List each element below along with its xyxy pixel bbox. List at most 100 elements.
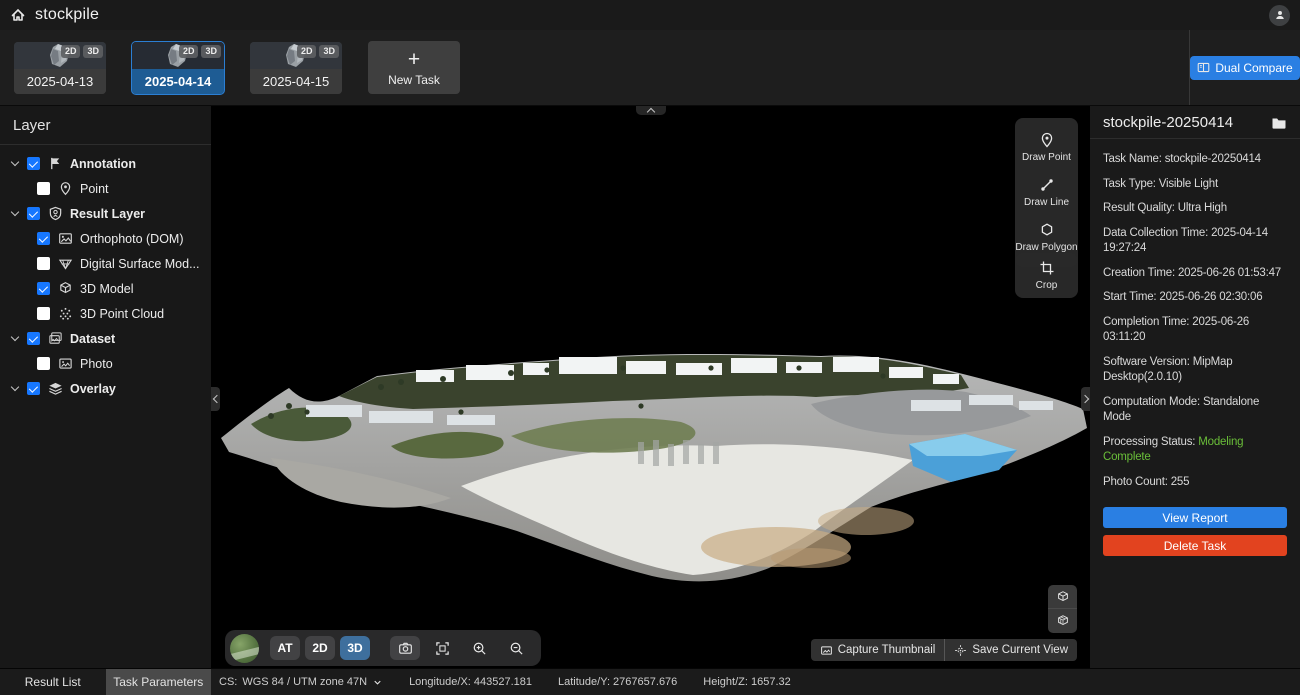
terrain-3d-model[interactable] bbox=[211, 106, 1090, 668]
draw-line-button[interactable]: Draw Line bbox=[1015, 170, 1078, 215]
crs-selector[interactable]: CS: WGS 84 / UTM zone 47N bbox=[219, 676, 383, 688]
mode-2d-button[interactable]: 2D bbox=[305, 636, 335, 660]
zoom-out-button[interactable] bbox=[501, 636, 531, 660]
basemap-cube-button[interactable] bbox=[1048, 585, 1077, 609]
detail-value: Ultra High bbox=[1178, 202, 1227, 214]
tree-expand-toggle[interactable] bbox=[12, 337, 27, 340]
date-label: 2025-04-15 bbox=[250, 69, 342, 94]
layer-item-3d-model[interactable]: 3D Model bbox=[0, 276, 211, 301]
date-badges: 2D3D bbox=[179, 45, 221, 58]
new-task-button[interactable]: + New Task bbox=[368, 41, 460, 94]
layer-checkbox-point[interactable] bbox=[37, 182, 50, 195]
mode-3d-button[interactable]: 3D bbox=[340, 636, 370, 660]
task-panel: stockpile-20250414 Task Name: stockpile-… bbox=[1090, 106, 1300, 668]
collapse-left-panel-tab[interactable] bbox=[211, 387, 220, 411]
badge-3d: 3D bbox=[83, 45, 103, 58]
layer-label: 3D Point Cloud bbox=[80, 307, 164, 321]
date-label: 2025-04-14 bbox=[132, 69, 224, 94]
cube-mesh-icon bbox=[1056, 614, 1070, 628]
layer-item-3d-point-cloud[interactable]: 3D Point Cloud bbox=[0, 301, 211, 326]
date-card-2025-04-14[interactable]: 2D3D 2025-04-14 bbox=[132, 42, 224, 94]
layer-label: Point bbox=[80, 182, 109, 196]
tree-expand-toggle[interactable] bbox=[12, 162, 27, 165]
layer-checkbox-overlay[interactable] bbox=[27, 382, 40, 395]
timeline-strip: 2D3D2025-04-132D3D2025-04-142D3D2025-04-… bbox=[0, 30, 1300, 106]
detail-photo-count: Photo Count: 255 bbox=[1103, 475, 1287, 491]
badge-3d: 3D bbox=[201, 45, 221, 58]
layer-checkbox-dataset[interactable] bbox=[27, 332, 40, 345]
crop-button[interactable]: Crop bbox=[1015, 253, 1078, 298]
badge-2d: 2D bbox=[61, 45, 81, 58]
draw-tools-panel: Draw PointDraw Line Draw Polygon bbox=[1015, 118, 1078, 267]
layer-checkbox-result-layer[interactable] bbox=[27, 207, 40, 220]
date-card-2025-04-13[interactable]: 2D3D 2025-04-13 bbox=[14, 42, 106, 94]
thumb-icon bbox=[820, 644, 833, 657]
layer-label: 3D Model bbox=[80, 282, 134, 296]
detail-label: Task Name: bbox=[1103, 153, 1162, 165]
detail-software-version: Software Version: MipMap Desktop(2.0.10) bbox=[1103, 355, 1287, 386]
viewport-toolbar: AT2D3D bbox=[225, 630, 541, 666]
layer-item-overlay[interactable]: Overlay bbox=[0, 376, 211, 401]
user-avatar[interactable] bbox=[1269, 5, 1290, 26]
detail-value: 255 bbox=[1171, 476, 1190, 488]
layer-item-result-layer[interactable]: Result Layer bbox=[0, 201, 211, 226]
zoom-in-icon bbox=[472, 641, 487, 656]
layer-item-photo[interactable]: Photo bbox=[0, 351, 211, 376]
layer-item-annotation[interactable]: Annotation bbox=[0, 151, 211, 176]
layer-panel-title: Layer bbox=[0, 106, 211, 145]
model-cube-button[interactable] bbox=[1048, 609, 1077, 633]
layer-item-dataset[interactable]: Dataset bbox=[0, 326, 211, 351]
collapse-strip-tab[interactable] bbox=[636, 106, 666, 115]
date-label: 2025-04-13 bbox=[14, 69, 106, 94]
layer-label: Photo bbox=[80, 357, 113, 371]
capture-thumbnail-button[interactable]: Capture Thumbnail bbox=[811, 639, 945, 661]
layer-checkbox-orthophoto-dom[interactable] bbox=[37, 232, 50, 245]
draw-point-icon bbox=[1039, 132, 1055, 148]
minimap-thumbnail[interactable] bbox=[230, 634, 259, 663]
delete-task-button[interactable]: Delete Task bbox=[1103, 535, 1287, 556]
layer-label: Orthophoto (DOM) bbox=[80, 232, 184, 246]
tab-task-parameters[interactable]: Task Parameters bbox=[106, 669, 212, 695]
detail-label: Software Version: bbox=[1103, 356, 1190, 368]
view-report-button[interactable]: View Report bbox=[1103, 507, 1287, 528]
layer-item-point[interactable]: Point bbox=[0, 176, 211, 201]
chevron-right-icon bbox=[1080, 395, 1088, 403]
status-bar: CS: WGS 84 / UTM zone 47N Longitude/X: 4… bbox=[211, 669, 791, 695]
detail-label: Creation Time: bbox=[1103, 267, 1175, 279]
save-current-view-button[interactable]: Save Current View bbox=[944, 639, 1077, 661]
tool-label: Draw Polygon bbox=[1015, 242, 1077, 253]
dual-compare-button[interactable]: Dual Compare bbox=[1190, 56, 1299, 80]
screenshot-button[interactable] bbox=[390, 636, 420, 660]
date-thumbnail: 2D3D bbox=[250, 42, 342, 69]
fit-view-button[interactable] bbox=[427, 636, 457, 660]
tree-expand-toggle[interactable] bbox=[12, 387, 27, 390]
view-actions: Capture ThumbnailSave Current View bbox=[811, 639, 1077, 661]
detail-completion-time: Completion Time: 2025-06-26 03:11:20 bbox=[1103, 315, 1287, 346]
mode-at-button[interactable]: AT bbox=[270, 636, 300, 660]
model-icon bbox=[58, 281, 73, 296]
layer-tree: Annotation Point Result Layer Orthophoto (D… bbox=[0, 145, 211, 401]
layer-checkbox-digital-surface-mod[interactable] bbox=[37, 257, 50, 270]
layer-checkbox-3d-point-cloud[interactable] bbox=[37, 307, 50, 320]
map-canvas[interactable]: Draw PointDraw Line Draw Polygon Crop AT2… bbox=[211, 106, 1090, 668]
zoom-in-button[interactable] bbox=[464, 636, 494, 660]
layer-checkbox-3d-model[interactable] bbox=[37, 282, 50, 295]
layer-item-digital-surface-mod[interactable]: Digital Surface Mod... bbox=[0, 251, 211, 276]
expand-right-panel-tab[interactable] bbox=[1081, 387, 1090, 411]
flag-icon bbox=[48, 156, 63, 171]
chevron-down-icon bbox=[11, 208, 19, 216]
bottom-bar: Result ListTask Parameters CS: WGS 84 / … bbox=[0, 668, 1300, 695]
tab-result-list[interactable]: Result List bbox=[0, 669, 106, 695]
date-card-2025-04-15[interactable]: 2D3D2025-04-15 bbox=[250, 42, 342, 94]
folder-icon[interactable] bbox=[1271, 115, 1287, 131]
task-buttons: View Report Delete Task bbox=[1090, 499, 1300, 564]
layer-checkbox-annotation[interactable] bbox=[27, 157, 40, 170]
home-icon[interactable] bbox=[10, 7, 26, 23]
draw-point-button[interactable]: Draw Point bbox=[1015, 125, 1078, 170]
chevron-down-icon bbox=[11, 333, 19, 341]
focus-icon bbox=[954, 644, 967, 657]
layer-item-orthophoto-dom[interactable]: Orthophoto (DOM) bbox=[0, 226, 211, 251]
view-mode-group: AT2D3D bbox=[270, 636, 370, 660]
tree-expand-toggle[interactable] bbox=[12, 212, 27, 215]
layer-checkbox-photo[interactable] bbox=[37, 357, 50, 370]
